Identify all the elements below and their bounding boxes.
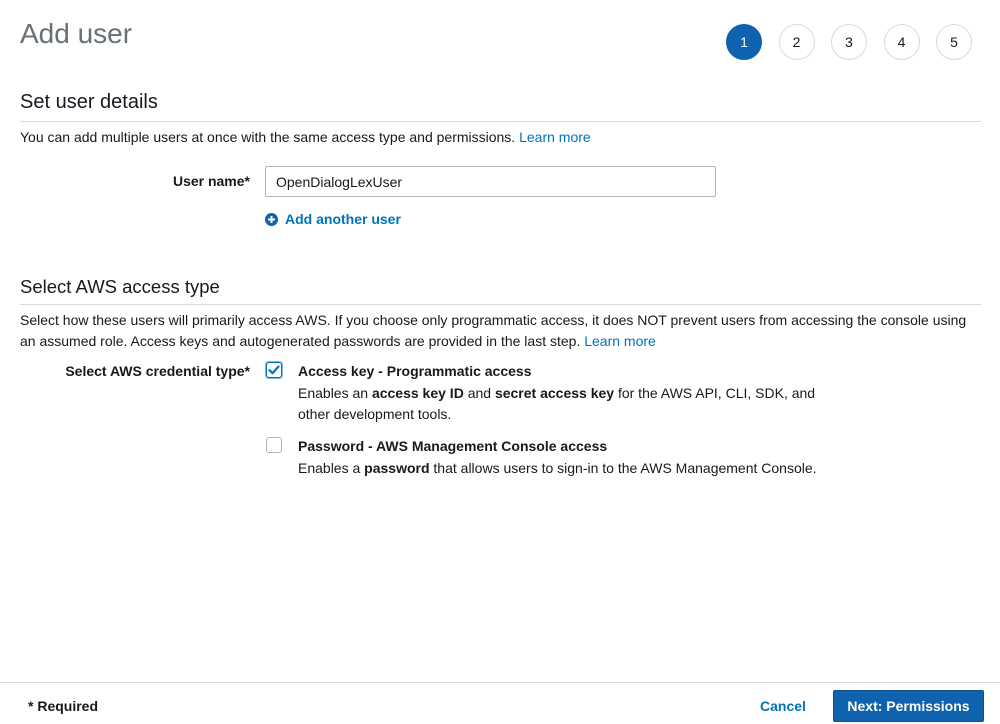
learn-more-link[interactable]: Learn more [519,129,591,145]
access-type-description-text: Select how these users will primarily ac… [20,312,967,349]
access-type-description: Select how these users will primarily ac… [20,310,985,352]
plus-circle-icon [265,212,278,226]
add-another-user-link[interactable]: Add another user [265,211,401,227]
page-title: Add user [20,18,133,49]
add-another-user-label: Add another user [285,211,401,227]
cancel-button[interactable]: Cancel [760,698,806,714]
learn-more-link[interactable]: Learn more [584,333,656,349]
user-details-description-text: You can add multiple users at once with … [20,129,516,145]
step-4[interactable]: 4 [883,24,920,60]
step-3[interactable]: 3 [831,24,867,60]
access-key-option-description: Enables an access key ID and secret acce… [298,385,816,422]
add-user-page: Add user 1 2 3 4 5 Set user details You … [0,0,1000,724]
footer-divider [0,682,1000,683]
section-divider [20,121,981,122]
username-label: User name* [172,173,250,189]
wizard-steps: 1 2 3 4 5 [726,24,989,60]
console-access-option-title: Password - AWS Management Console access [298,438,608,454]
required-note: * Required [28,698,99,714]
access-type-heading: Select AWS access type [20,276,220,297]
credential-type-label: Select AWS credential type* [65,363,250,379]
access-key-checkbox[interactable] [266,362,282,378]
step-1[interactable]: 1 [726,24,762,60]
section-divider [20,304,981,305]
console-password-checkbox[interactable] [266,437,282,453]
user-details-description: You can add multiple users at once with … [20,127,985,148]
user-details-heading: Set user details [20,91,158,113]
username-input[interactable] [265,166,716,197]
checkmark-icon [268,365,280,375]
next-permissions-button[interactable]: Next: Permissions [833,690,984,722]
step-5[interactable]: 5 [936,24,972,60]
access-key-option-title: Access key - Programmatic access [298,363,532,379]
console-access-option-description: Enables a password that allows users to … [298,460,817,476]
step-2[interactable]: 2 [778,24,815,60]
